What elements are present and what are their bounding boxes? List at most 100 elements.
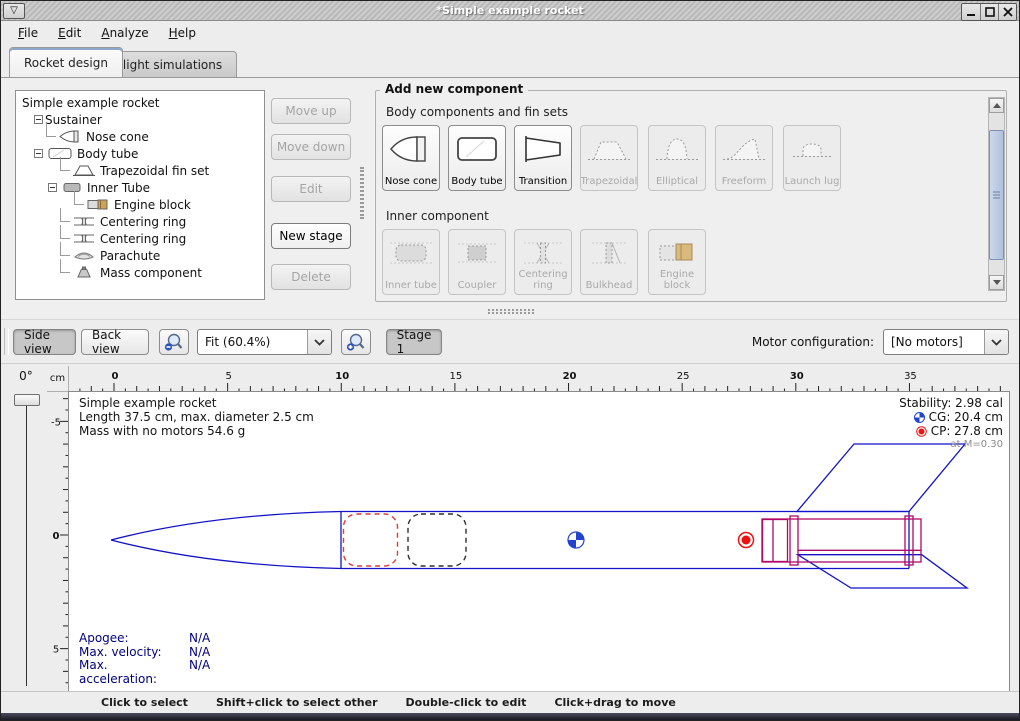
svg-text:0: 0 (112, 371, 119, 382)
hint-click-select: Click to select (101, 696, 188, 709)
elliptical-fin-icon (654, 134, 700, 164)
rocket-view-area: 0° cm 05101520253035 -505 (1, 363, 1019, 691)
body-components-label: Body components and fin sets (386, 105, 568, 119)
add-coupler-button: Coupler (448, 229, 506, 295)
add-bulkhead-button: Bulkhead (580, 229, 638, 295)
menu-help[interactable]: Help (160, 23, 205, 43)
collapse-icon[interactable] (48, 183, 57, 192)
fin-lower[interactable] (798, 555, 967, 588)
add-launch-lug-button: Launch lug (783, 125, 841, 191)
add-transition-button[interactable]: Transition (514, 125, 572, 191)
svg-text:0: 0 (53, 531, 60, 542)
tab-strip: Rocket design Flight simulations (1, 45, 1019, 77)
rocket-outline[interactable] (111, 444, 967, 588)
mass-component-outline[interactable] (408, 514, 466, 566)
add-trapezoidal-fin-button: Trapezoidal (580, 125, 638, 191)
menu-edit[interactable]: Edit (49, 23, 90, 43)
inner-component-label: Inner component (386, 209, 489, 223)
transition-icon (520, 134, 566, 164)
inner-tube-icon (388, 238, 434, 268)
chevron-down-icon[interactable] (307, 330, 331, 354)
tree-item-parachute[interactable]: Parachute (18, 247, 264, 264)
cg-value: CG: 20.4 cm (929, 410, 1003, 424)
centering-ring-icon (73, 215, 95, 228)
motor-mount-outline[interactable] (762, 516, 921, 565)
svg-text:35: 35 (904, 371, 917, 382)
new-stage-button[interactable]: New stage (271, 223, 351, 249)
apogee-value: N/A (189, 632, 210, 646)
zoom-level-select[interactable]: Fit (60.4%) (197, 329, 332, 355)
flight-stats: Apogee:N/A Max. velocity:N/A Max. accele… (79, 632, 210, 686)
tree-item-centering-ring-2[interactable]: Centering ring (18, 230, 264, 247)
maximize-icon[interactable] (980, 4, 998, 20)
hint-click-drag: Click+drag to move (554, 696, 675, 709)
add-body-tube-button[interactable]: Body tube (448, 125, 506, 191)
tab-rocket-design[interactable]: Rocket design (9, 47, 123, 77)
rotation-angle-value: 0° (7, 369, 45, 383)
cg-legend-icon (914, 412, 925, 423)
chevron-down-icon[interactable] (984, 330, 1008, 354)
zoom-out-button[interactable] (159, 329, 189, 355)
delete-button: Delete (271, 264, 351, 290)
trapezoidal-fin-icon (586, 134, 632, 164)
nose-cone-icon (388, 134, 434, 164)
cp-marker[interactable] (739, 533, 754, 548)
bulkhead-icon (586, 238, 632, 268)
tree-item-rocket[interactable]: Simple example rocket (18, 94, 264, 111)
tree-item-centering-ring-1[interactable]: Centering ring (18, 213, 264, 230)
window-title: *Simple example rocket (1, 4, 1019, 17)
scroll-down-icon[interactable] (989, 275, 1004, 290)
tree-item-nose-cone[interactable]: Nose cone (18, 128, 264, 145)
tree-item-mass-component[interactable]: Mass component (18, 264, 264, 281)
stability-info: Stability: 2.98 cal CG: 20.4 cm CP: 27.8… (899, 396, 1003, 451)
stage-1-toggle[interactable]: Stage 1 (386, 329, 442, 355)
add-nose-cone-button[interactable]: Nose cone (382, 125, 440, 191)
minimize-icon[interactable] (962, 4, 980, 20)
parachute-outline[interactable] (344, 514, 398, 566)
collapse-icon[interactable] (34, 149, 43, 158)
scroll-up-icon[interactable] (989, 98, 1004, 113)
back-view-button[interactable]: Back view (81, 329, 149, 355)
view-toolbar: Side view Back view Fit (60.4%) Stage 1 … (1, 319, 1019, 363)
motor-configuration-select[interactable]: [No motors] (883, 329, 1009, 355)
zoom-in-button[interactable] (341, 329, 371, 355)
component-panel-scrollbar[interactable] (988, 97, 1005, 291)
rocket-canvas[interactable]: Simple example rocket Length 37.5 cm, ma… (69, 392, 1009, 692)
status-bar: Click to select Shift+click to select ot… (1, 691, 1019, 713)
cp-value: CP: 27.8 cm (931, 424, 1003, 438)
menu-file[interactable]: File (9, 23, 47, 43)
vertical-splitter[interactable] (360, 167, 364, 219)
tree-item-engine-block[interactable]: Engine block (18, 196, 264, 213)
rotation-slider-track[interactable] (26, 398, 27, 686)
move-down-button: Move down (271, 134, 351, 160)
title-bar: ▽ *Simple example rocket (1, 1, 1019, 21)
horizontal-splitter[interactable] (488, 309, 534, 314)
edit-button: Edit (271, 176, 351, 202)
motor-configuration-label: Motor configuration: (752, 335, 874, 349)
svg-text:30: 30 (790, 371, 804, 382)
menu-analyze[interactable]: Analyze (92, 23, 157, 43)
add-elliptical-fin-button: Elliptical (648, 125, 706, 191)
add-freeform-fin-button: Freeform (715, 125, 773, 191)
engine-block-icon (87, 198, 109, 211)
menu-bar: File Edit Analyze Help (1, 21, 1019, 45)
collapse-icon[interactable] (34, 115, 43, 124)
fin-upper[interactable] (797, 444, 965, 512)
close-icon[interactable] (998, 4, 1016, 20)
tree-item-body-tube[interactable]: Body tube (18, 145, 264, 162)
scrollbar-thumb[interactable] (989, 130, 1004, 260)
add-inner-tube-button: Inner tube (382, 229, 440, 295)
rotation-slider-handle[interactable] (14, 394, 40, 406)
cp-legend-icon (916, 426, 927, 437)
tree-item-inner-tube[interactable]: Inner Tube (18, 179, 264, 196)
tree-item-trapezoidal-fin-set[interactable]: Trapezoidal fin set (18, 162, 264, 179)
vertical-ruler: -505 (47, 392, 69, 692)
engine-block-outline (763, 520, 788, 562)
hint-double-click: Double-click to edit (406, 696, 527, 709)
ruler-unit-label: cm (47, 366, 69, 392)
side-view-button[interactable]: Side view (13, 329, 76, 355)
svg-text:10: 10 (335, 371, 349, 382)
launch-lug-icon (789, 134, 835, 164)
cg-marker[interactable] (568, 532, 584, 548)
component-tree[interactable]: Simple example rocket Sustainer Nose con… (15, 90, 265, 300)
